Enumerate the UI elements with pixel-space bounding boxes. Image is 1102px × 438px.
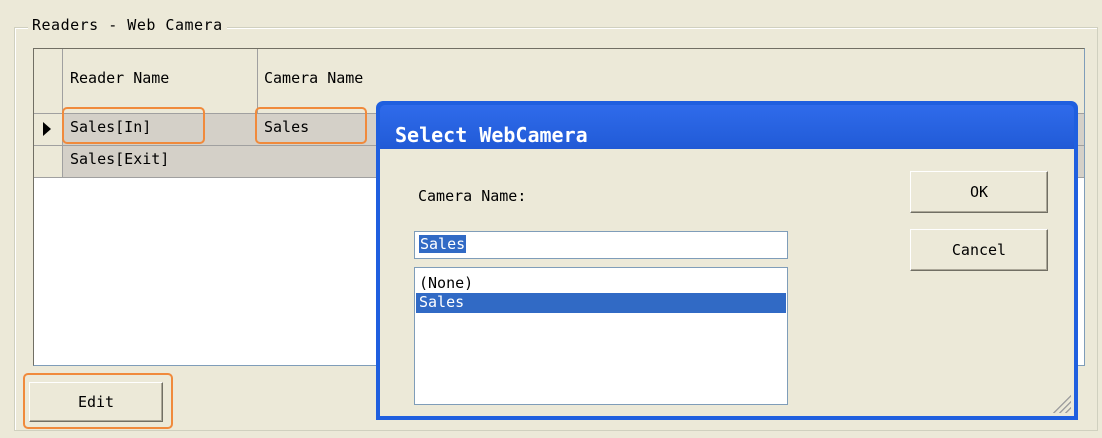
resize-grip-icon[interactable] [1051, 393, 1071, 413]
select-webcamera-dialog: Select WebCamera Camera Name: Sales (Non… [376, 101, 1078, 420]
camera-name-input[interactable]: Sales [414, 231, 788, 259]
ok-button[interactable]: OK [910, 171, 1048, 213]
current-row-arrow-icon [43, 122, 51, 136]
camera-name-input-value: Sales [419, 235, 467, 253]
group-title: Readers - Web Camera [28, 16, 227, 34]
row-header-column [34, 49, 63, 113]
edit-button[interactable]: Edit [29, 382, 163, 422]
list-item-selected[interactable]: Sales [416, 293, 786, 313]
cancel-button[interactable]: Cancel [910, 229, 1048, 271]
cell-reader-name[interactable]: Sales[Exit] [70, 150, 169, 168]
dialog-body: Camera Name: Sales (None) Sales OK Cance… [380, 149, 1074, 416]
highlight-camera-cell [255, 107, 367, 144]
highlight-reader-cell [62, 107, 205, 144]
column-header-camera-name[interactable]: Camera Name [264, 69, 363, 87]
column-header-reader-name[interactable]: Reader Name [70, 69, 169, 87]
camera-name-label: Camera Name: [418, 187, 527, 205]
camera-listbox[interactable]: (None) Sales [414, 267, 788, 405]
row-header[interactable] [34, 146, 63, 177]
list-item[interactable]: (None) [416, 274, 786, 294]
row-header[interactable] [34, 114, 63, 145]
dialog-title: Select WebCamera [395, 123, 588, 147]
